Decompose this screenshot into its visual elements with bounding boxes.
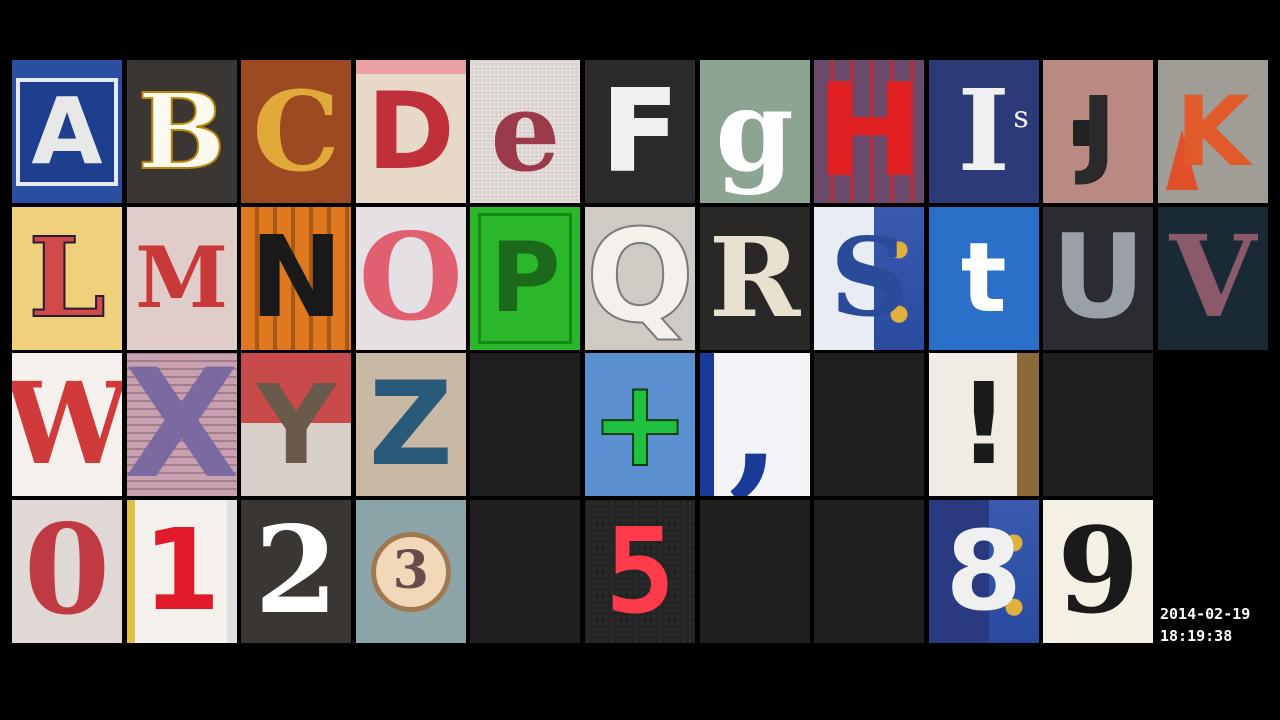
letter-x-tile: X [126, 353, 237, 497]
letter-k-tile: K [1157, 60, 1268, 203]
tile-glyph: J [1080, 75, 1117, 188]
tile-glyph: I [957, 65, 1010, 197]
tile-glyph: V [1169, 212, 1257, 344]
letter-b-tile: B [126, 60, 237, 203]
letter-q-tile: Q [584, 206, 695, 350]
digit-1-tile: 1 [126, 499, 237, 643]
tile-glyph: Y [256, 360, 337, 489]
tile-glyph: 8 [945, 507, 1023, 636]
empty-tile [699, 499, 810, 643]
tile-glyph: e [490, 66, 561, 196]
tile-glyph: B [137, 69, 227, 193]
digit-9-tile: 9 [1043, 499, 1154, 643]
letter-r-tile: R [699, 206, 810, 350]
letter-w-tile: W [12, 353, 122, 497]
letter-a-tile: A [12, 60, 122, 203]
alphabet-photo-grid: A B C De Fg H Is J K L M N O P Q R St U V W X Y Z +,! 0 1 2 3 5 8 9 [12, 60, 1268, 643]
digit-8-tile: 8 [928, 499, 1039, 643]
letter-s-tile: S [814, 206, 925, 350]
blank-cell [1158, 353, 1268, 496]
tile-glyph: , [728, 353, 781, 497]
tile-glyph: P [490, 222, 561, 335]
letter-o-tile: O [355, 206, 466, 350]
tile-glyph: W [12, 358, 122, 490]
letter-m-tile: M [126, 206, 237, 350]
letter-e-tile: e [470, 60, 581, 203]
tile-glyph: 1 [142, 506, 221, 637]
letter-v-tile: V [1157, 206, 1268, 350]
tile-glyph: 5 [604, 502, 676, 641]
digit-0-tile: 0 [12, 499, 122, 643]
tile-glyph: + [589, 354, 692, 494]
tile-glyph: N [249, 213, 344, 344]
blue-edge [699, 353, 714, 497]
letter-n-tile: N [241, 206, 352, 350]
tile-glyph: 2 [254, 500, 338, 642]
timestamp-time: 18:19:38 [1160, 627, 1233, 645]
letter-j-tile: J [1043, 60, 1154, 203]
tile-glyph: M [135, 228, 229, 328]
tile-glyph: K [1175, 75, 1251, 188]
tile-glyph: R [708, 213, 801, 343]
digit-3-tile: 3 [355, 499, 466, 643]
tile-glyph: L [27, 213, 106, 343]
digit-2-tile: 2 [241, 499, 352, 643]
tile-glyph: 9 [1057, 501, 1140, 641]
letter-i-tile: Is [928, 60, 1039, 203]
tile-glyph: t [960, 222, 1007, 335]
empty-tile [470, 499, 581, 643]
letter-p-tile: P [470, 206, 581, 350]
timestamp-date: 2014-02-19 [1160, 605, 1251, 623]
letter-g-tile: g [699, 60, 810, 203]
tile-glyph: X [126, 353, 237, 497]
letter-u-tile: U [1043, 206, 1154, 350]
letter-f-tile: F [584, 60, 695, 203]
empty-tile [470, 353, 581, 497]
wood-edge [1016, 353, 1039, 497]
comma-tile: , [699, 353, 810, 497]
digit-5-tile: 5 [584, 499, 695, 643]
tile-glyph: g [715, 65, 794, 197]
tile-glyph: F [601, 66, 680, 197]
tile-glyph: H [815, 60, 923, 203]
letter-l-tile: L [12, 206, 122, 350]
letter-z-tile: Z [355, 353, 466, 497]
tile-glyph: U [1051, 210, 1146, 346]
tile-glyph: C [252, 66, 340, 196]
tile-glyph: S [830, 215, 909, 342]
empty-tile [814, 499, 925, 643]
letter-t-tile: t [928, 206, 1039, 350]
tile-glyph: A [31, 77, 103, 185]
tile-sub-glyph: s [1013, 100, 1029, 135]
exclamation-tile: ! [928, 353, 1039, 497]
tile-glyph: 0 [23, 499, 111, 643]
tile-glyph: O [358, 207, 464, 349]
tile-glyph: D [366, 69, 455, 193]
letter-d-tile: D [355, 60, 466, 203]
tile-glyph: ! [958, 359, 1010, 490]
empty-tile [1043, 353, 1154, 497]
letter-h-tile: H [814, 60, 925, 203]
letter-c-tile: C [241, 60, 352, 203]
tile-glyph: Q [585, 206, 695, 350]
letter-y-tile: Y [241, 353, 352, 497]
plus-sign-tile: + [584, 353, 695, 497]
timestamp: 2014-02-19 18:19:38 [1160, 603, 1250, 647]
tile-glyph: 3 [392, 540, 429, 602]
empty-tile [814, 353, 925, 497]
tile-glyph: Z [368, 356, 453, 492]
